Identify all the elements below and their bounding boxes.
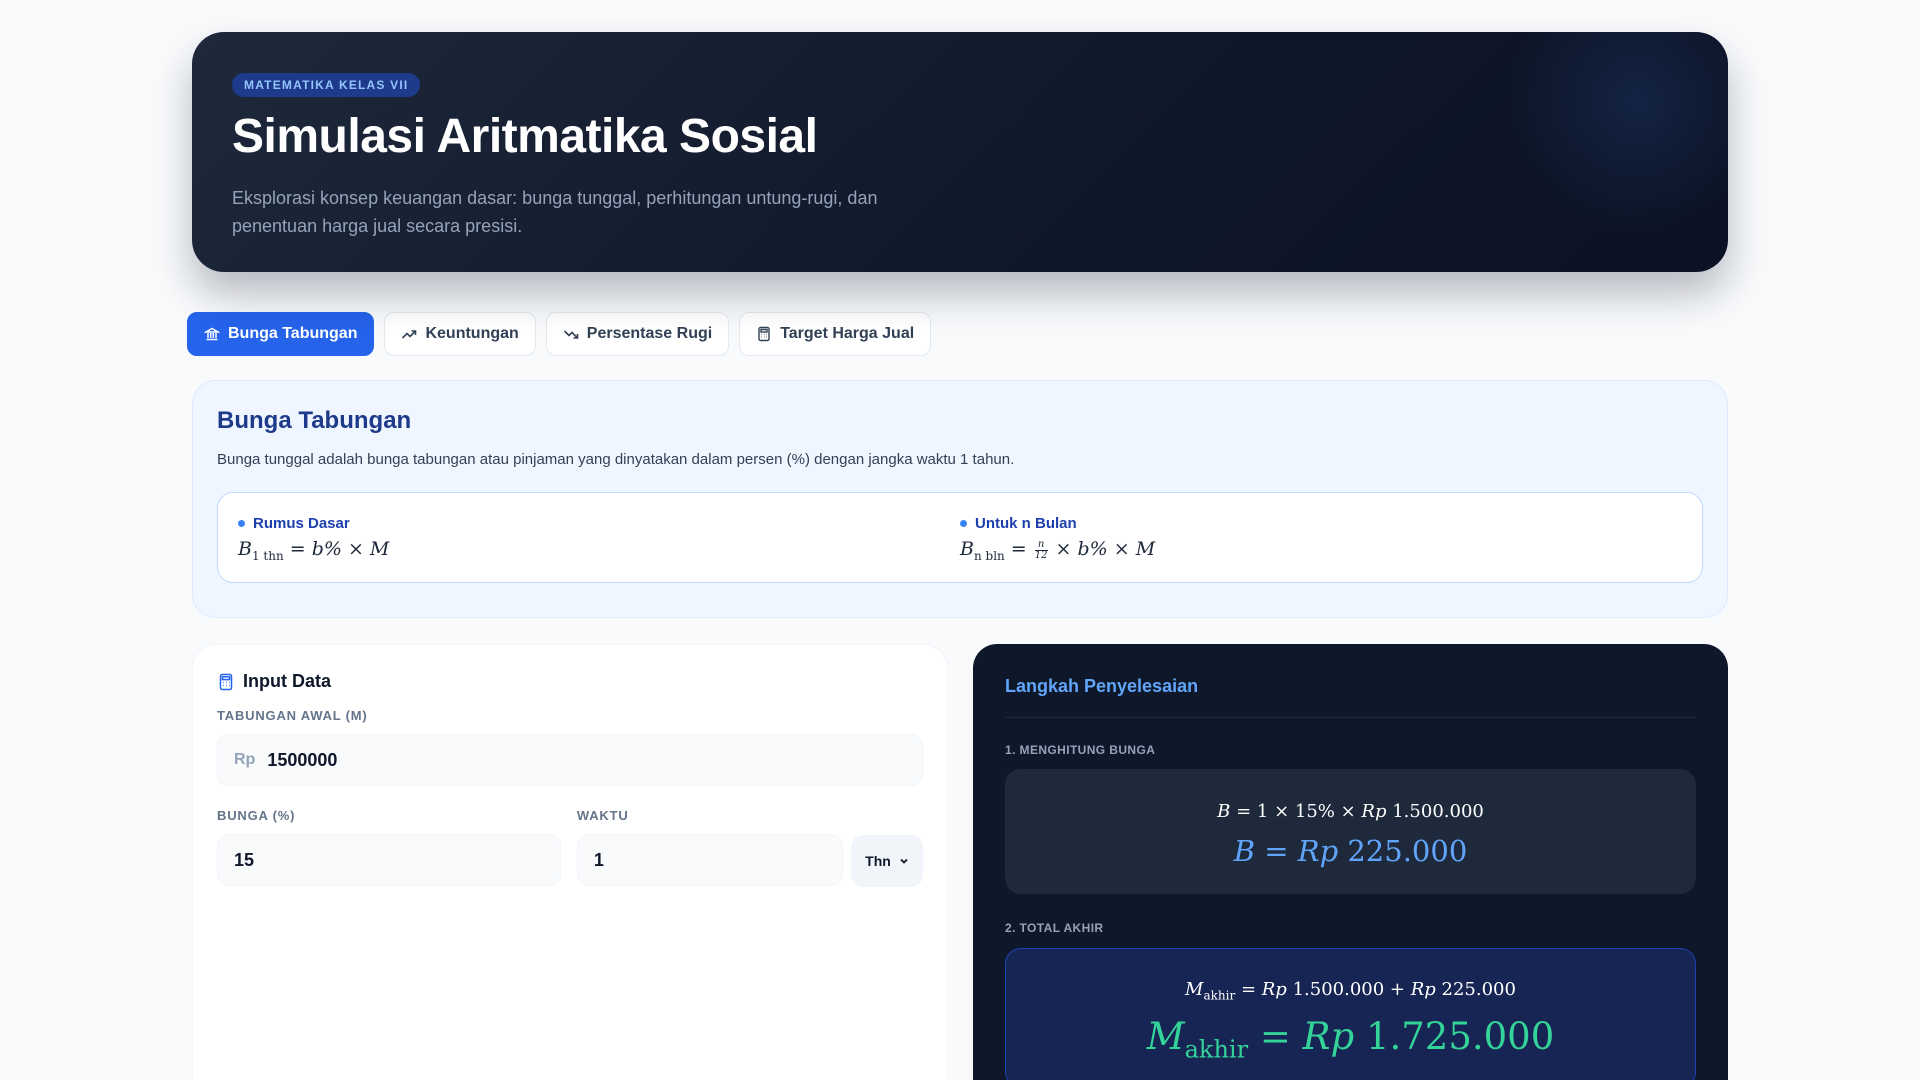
formula-label: Rumus Dasar [238,515,960,532]
subscript-akhir: akhir [1203,988,1236,1003]
step2-label: 2. TOTAL AKHIR [1005,921,1104,935]
hero-banner: MATEMATIKA KELAS VII Simulasi Aritmatika… [192,32,1728,272]
rate-time-row: BUNGA (%) 15 WAKTU 1 Thn [217,808,923,887]
page-subtitle: Eksplorasi konsep keuangan dasar: bunga … [232,187,878,236]
step1-factors: 1 × 15% × [1256,801,1362,822]
app-container: MATEMATIKA KELAS VII Simulasi Aritmatika… [187,32,1728,1080]
step1-box: B = 1 × 15% × Rp 1.500.000 B = Rp 225.00… [1005,769,1696,894]
formula-monthly-expression: Bn bln = n 12 × b% × M [960,538,1156,563]
step2-box: Makhir = Rp 1.500.000 + Rp 225.000 Makhi… [1005,948,1696,1080]
solution-title: Langkah Penyelesaian [1005,676,1696,718]
calculator-icon [758,326,770,342]
currency-label: Rp [1410,979,1436,1000]
tab-label: Target Harga Jual [780,325,915,342]
formula-basic: Rumus Dasar B1 thn = b% × M [238,515,960,563]
time-input[interactable]: 1 [576,834,843,886]
step2-result: Makhir = Rp 1.725.000 [1146,1014,1555,1063]
solution-panel: Langkah Penyelesaian 1. MENGHITUNG BUNGA… [973,644,1728,1080]
tab-persentase-rugi[interactable]: Persentase Rugi [545,312,730,356]
rate-value: 15 [234,849,255,870]
bank-icon [204,327,220,341]
formula-label: Untuk n Bulan [960,515,1682,532]
tab-keuntungan[interactable]: Keuntungan [384,312,536,356]
rate-input[interactable]: 15 [217,834,561,886]
formula-box: Rumus Dasar B1 thn = b% × M Untuk n Bula… [217,492,1703,583]
step2-result-value: 1.725.000 [1365,1014,1555,1058]
currency-label: Rp [1297,834,1339,868]
work-area: Input Data TABUNGAN AWAL (M) Rp 1500000 … [192,644,1728,1080]
calculator-icon [219,673,233,690]
rate-label: BUNGA (%) [217,808,296,823]
currency-label: Rp [1261,979,1287,1000]
input-panel: Input Data TABUNGAN AWAL (M) Rp 1500000 … [192,644,948,1080]
concept-description: Bunga tunggal adalah bunga tabungan atau… [217,451,1015,468]
step2-expression: Makhir = Rp 1.500.000 + Rp 225.000 [1185,979,1516,1003]
formula-basic-expression: B1 thn = b% × M [238,538,390,563]
subscript-akhir: akhir [1184,1034,1249,1063]
rate-field: BUNGA (%) 15 [217,808,561,887]
tab-label: Keuntungan [425,325,519,342]
time-unit-value: Thn [865,853,891,869]
tab-label: Bunga Tabungan [228,325,358,342]
step1-amount: 1.500.000 [1392,801,1484,822]
savings-label: TABUNGAN AWAL (M) [217,708,368,723]
time-unit-select[interactable]: Thn [851,835,923,887]
currency-label: Rp [1361,801,1387,822]
step1-label: 1. MENGHITUNG BUNGA [1005,743,1156,757]
input-panel-header: Input Data [217,671,923,692]
step1-result: B = Rp 225.000 [1233,834,1468,868]
currency-label: Rp [1302,1014,1355,1058]
concept-card: Bunga Tabungan Bunga tunggal adalah bung… [192,380,1728,618]
formula-monthly-label: Untuk n Bulan [975,515,1077,532]
unit-field: Thn [851,808,923,887]
time-field: WAKTU 1 [576,808,843,887]
chevron-down-icon [900,858,908,864]
trending-up-icon [402,330,417,339]
time-value: 1 [593,849,604,870]
subject-badge: MATEMATIKA KELAS VII [232,73,421,97]
bullet-dot [960,520,967,527]
page-title: Simulasi Aritmatika Sosial [232,110,818,163]
savings-input[interactable]: Rp 1500000 [217,734,923,786]
trending-down-icon [563,330,579,339]
step2-amount-a: 1.500.000 [1292,979,1385,1000]
tab-label: Persentase Rugi [586,325,713,342]
formula-monthly: Untuk n Bulan Bn bln = n 12 × b% × M [960,515,1682,563]
tab-target-harga-jual[interactable]: Target Harga Jual [739,312,932,356]
savings-value: 1500000 [267,749,338,770]
input-panel-title: Input Data [243,671,331,691]
concept-title: Bunga Tabungan [217,407,412,434]
step1-expression: B = 1 × 15% × Rp 1.500.000 [1217,801,1484,822]
step2-amount-b: 225.000 [1441,979,1516,1000]
bullet-dot [238,520,245,527]
tab-bar: Bunga Tabungan Keuntungan Persentase Rug… [187,312,1728,356]
step1-result-value: 225.000 [1347,834,1468,868]
formula-basic-label: Rumus Dasar [253,515,350,532]
currency-prefix: Rp [234,751,256,768]
tab-bunga-tabungan[interactable]: Bunga Tabungan [187,312,375,356]
time-label: WAKTU [576,808,629,823]
